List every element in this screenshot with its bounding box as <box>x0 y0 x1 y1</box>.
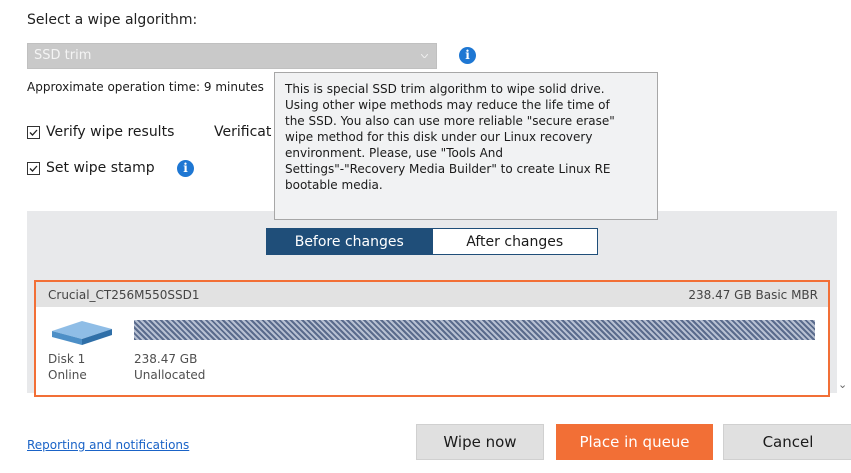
unallocated-partition-bar[interactable] <box>134 320 815 340</box>
disk-header: Crucial_CT256M550SSD1 238.47 GB Basic MB… <box>36 282 828 307</box>
set-wipe-stamp-label: Set wipe stamp <box>46 160 155 176</box>
tooltip-line: bootable media. <box>285 178 383 192</box>
checkbox-icon <box>27 125 40 139</box>
before-changes-tab[interactable]: Before changes <box>266 228 433 255</box>
disk-drive-icon <box>52 321 112 345</box>
algorithm-select[interactable]: SSD trim <box>27 43 437 69</box>
approx-time-text: Approximate operation time: 9 minutes <box>27 80 264 94</box>
set-wipe-stamp-checkbox[interactable]: Set wipe stamp <box>27 160 155 176</box>
info-icon[interactable]: i <box>177 160 194 177</box>
tooltip-line: This is special SSD trim algorithm to wi… <box>285 82 605 96</box>
tooltip-line: Settings"-"Recovery Media Builder" to cr… <box>285 162 611 176</box>
view-toggle: Before changes After changes <box>266 228 598 255</box>
algorithm-select-value: SSD trim <box>34 48 92 63</box>
disk-summary: 238.47 GB Basic MBR <box>688 288 818 302</box>
tooltip-line: wipe method for this disk under our Linu… <box>285 130 593 144</box>
disk-model: Crucial_CT256M550SSD1 <box>48 288 200 302</box>
wipe-algorithm-heading: Select a wipe algorithm: <box>27 12 198 28</box>
place-in-queue-button[interactable]: Place in queue <box>556 424 713 460</box>
partition-size: 238.47 GB <box>134 352 198 366</box>
disk-card[interactable]: Crucial_CT256M550SSD1 238.47 GB Basic MB… <box>34 280 830 397</box>
scroll-down-arrow[interactable]: ⌄ <box>838 378 847 391</box>
partition-state: Unallocated <box>134 368 206 382</box>
info-icon[interactable]: i <box>459 47 476 64</box>
verify-wipe-label: Verify wipe results <box>46 124 175 140</box>
chevron-down-icon <box>421 54 428 58</box>
disk-name: Disk 1 <box>48 352 86 366</box>
disk-status: Online <box>48 368 87 382</box>
verify-wipe-checkbox[interactable]: Verify wipe results <box>27 124 174 140</box>
reporting-notifications-link[interactable]: Reporting and notifications <box>27 438 189 452</box>
verification-label: Verificat <box>214 124 272 140</box>
ssd-trim-tooltip: This is special SSD trim algorithm to wi… <box>274 72 658 220</box>
wipe-now-button[interactable]: Wipe now <box>416 424 544 460</box>
after-changes-tab[interactable]: After changes <box>432 228 598 255</box>
tooltip-line: environment. Please, use "Tools And <box>285 146 504 160</box>
cancel-button[interactable]: Cancel <box>723 424 851 460</box>
checkbox-icon <box>27 161 40 175</box>
tooltip-line: the SSD. You also can use more reliable … <box>285 114 615 128</box>
tooltip-line: Using other wipe methods may reduce the … <box>285 98 610 112</box>
